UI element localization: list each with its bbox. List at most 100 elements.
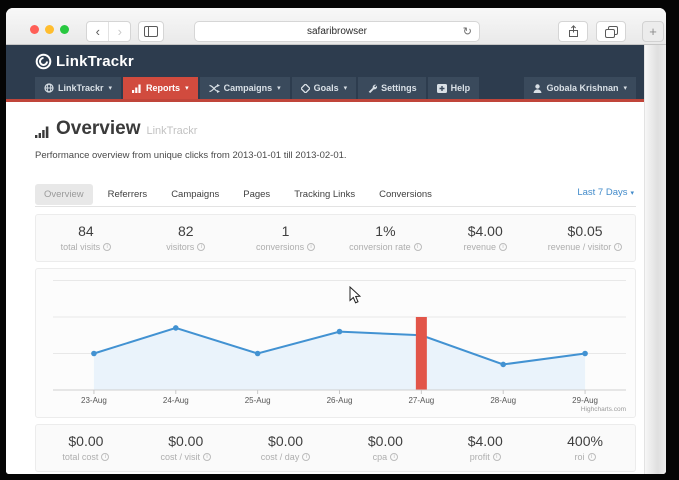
visits-chart-panel[interactable]: 23-Aug24-Aug25-Aug26-Aug27-Aug28-Aug29-A… bbox=[35, 268, 636, 418]
info-icon[interactable] bbox=[197, 243, 205, 251]
stat-cost-visit: $0.00 cost / visit bbox=[136, 425, 236, 471]
user-icon bbox=[533, 84, 542, 93]
stat-label: cpa bbox=[373, 452, 388, 462]
stat-label: cost / visit bbox=[160, 452, 200, 462]
stat-conversion-rate: 1% conversion rate bbox=[335, 215, 435, 261]
stat-value: $4.00 bbox=[435, 223, 535, 239]
diamond-icon bbox=[301, 84, 310, 93]
share-button[interactable] bbox=[558, 21, 588, 42]
nav-item-linktrackr[interactable]: LinkTrackr ▾ bbox=[35, 77, 121, 99]
browser-titlebar: ‹ › safaribrowser ↻ bbox=[6, 8, 666, 45]
stat-label: total cost bbox=[62, 452, 98, 462]
minimize-window-button[interactable] bbox=[45, 25, 54, 34]
info-icon[interactable] bbox=[414, 243, 422, 251]
new-tab-button[interactable]: + bbox=[642, 21, 664, 42]
date-range-selector[interactable]: Last 7 Days ▾ bbox=[577, 187, 634, 198]
nav-item-goals[interactable]: Goals ▾ bbox=[292, 77, 357, 99]
stat-revenue-visitor: $0.05 revenue / visitor bbox=[535, 215, 635, 261]
info-icon[interactable] bbox=[614, 243, 622, 251]
report-tabs: Overview Referrers Campaigns Pages Track… bbox=[35, 182, 636, 207]
stat-label: revenue / visitor bbox=[548, 242, 612, 252]
svg-text:26-Aug: 26-Aug bbox=[327, 396, 353, 405]
tab-overview-button[interactable] bbox=[596, 21, 626, 42]
info-icon[interactable] bbox=[101, 453, 109, 461]
stat-value: 1 bbox=[236, 223, 336, 239]
stat-value: $4.00 bbox=[435, 433, 535, 449]
stat-value: $0.00 bbox=[36, 433, 136, 449]
nav-item-help[interactable]: Help bbox=[428, 77, 480, 99]
tab-conversions[interactable]: Conversions bbox=[370, 184, 441, 205]
stat-total-cost: $0.00 total cost bbox=[36, 425, 136, 471]
stat-label: conversions bbox=[256, 242, 304, 252]
stat-value: 1% bbox=[335, 223, 435, 239]
nav-item-label: Campaigns bbox=[224, 83, 273, 93]
info-icon[interactable] bbox=[302, 453, 310, 461]
stat-value: $0.00 bbox=[236, 433, 336, 449]
page-title-brand: LinkTrackr bbox=[147, 125, 198, 137]
scrollbar-track[interactable] bbox=[644, 45, 666, 474]
logo-text: LinkTrackr bbox=[56, 53, 134, 70]
bar-chart-icon bbox=[132, 84, 142, 93]
sidebar-toggle-button[interactable] bbox=[138, 21, 164, 42]
globe-icon bbox=[44, 83, 54, 93]
info-icon[interactable] bbox=[493, 453, 501, 461]
stat-profit: $4.00 profit bbox=[435, 425, 535, 471]
user-name: Gobala Krishnan bbox=[546, 83, 618, 93]
svg-text:24-Aug: 24-Aug bbox=[163, 396, 189, 405]
nav-item-campaigns[interactable]: Campaigns ▾ bbox=[200, 77, 290, 99]
stats-panel-top: 84 total visits 82 visitors 1 conversion… bbox=[35, 214, 636, 262]
info-icon[interactable] bbox=[390, 453, 398, 461]
tab-tracking-links[interactable]: Tracking Links bbox=[285, 184, 364, 205]
page-title: Overview bbox=[56, 118, 141, 140]
back-button[interactable]: ‹ bbox=[87, 22, 108, 41]
info-icon[interactable] bbox=[499, 243, 507, 251]
user-menu[interactable]: Gobala Krishnan ▾ bbox=[524, 77, 636, 99]
stat-total-visits: 84 total visits bbox=[36, 215, 136, 261]
browser-window: ‹ › safaribrowser ↻ bbox=[6, 8, 666, 474]
close-window-button[interactable] bbox=[30, 25, 39, 34]
stat-value: $0.00 bbox=[136, 433, 236, 449]
tab-referrers[interactable]: Referrers bbox=[99, 184, 157, 205]
chevron-down-icon: ▾ bbox=[344, 84, 348, 92]
reload-icon[interactable]: ↻ bbox=[463, 25, 472, 38]
forward-button[interactable]: › bbox=[108, 22, 130, 41]
stat-revenue: $4.00 revenue bbox=[435, 215, 535, 261]
page-subtitle: Performance overview from unique clicks … bbox=[35, 150, 347, 161]
linktrackr-logo-icon bbox=[35, 53, 52, 70]
tab-campaigns[interactable]: Campaigns bbox=[162, 184, 228, 205]
date-range-label: Last 7 Days bbox=[577, 187, 627, 198]
stat-cost-day: $0.00 cost / day bbox=[236, 425, 336, 471]
nav-item-settings[interactable]: Settings bbox=[358, 77, 426, 99]
stats-panel-bottom: $0.00 total cost $0.00 cost / visit $0.0… bbox=[35, 424, 636, 472]
stat-label: revenue bbox=[463, 242, 496, 252]
nav-item-label: Reports bbox=[146, 83, 180, 93]
app-header: LinkTrackr bbox=[6, 45, 644, 77]
info-icon[interactable] bbox=[203, 453, 211, 461]
nav-item-label: Goals bbox=[314, 83, 339, 93]
address-bar[interactable]: safaribrowser ↻ bbox=[194, 21, 480, 42]
stat-label: total visits bbox=[61, 242, 101, 252]
svg-text:27-Aug: 27-Aug bbox=[408, 396, 434, 405]
stat-value: 400% bbox=[535, 433, 635, 449]
info-icon[interactable] bbox=[103, 243, 111, 251]
address-text: safaribrowser bbox=[307, 26, 367, 37]
wrench-icon bbox=[367, 83, 377, 93]
visits-area-chart: 23-Aug24-Aug25-Aug26-Aug27-Aug28-Aug29-A… bbox=[36, 269, 635, 417]
linktrackr-logo[interactable]: LinkTrackr bbox=[35, 53, 134, 70]
stat-label: roi bbox=[575, 452, 585, 462]
nav-item-label: Settings bbox=[381, 83, 417, 93]
tab-pages[interactable]: Pages bbox=[234, 184, 279, 205]
chevron-down-icon: ▾ bbox=[630, 189, 634, 197]
stat-value: 84 bbox=[36, 223, 136, 239]
history-nav-group: ‹ › bbox=[86, 21, 131, 42]
info-icon[interactable] bbox=[307, 243, 315, 251]
svg-text:25-Aug: 25-Aug bbox=[245, 396, 271, 405]
stat-cpa: $0.00 cpa bbox=[335, 425, 435, 471]
info-icon[interactable] bbox=[588, 453, 596, 461]
stat-roi: 400% roi bbox=[535, 425, 635, 471]
nav-item-reports[interactable]: Reports ▾ bbox=[123, 77, 198, 99]
stat-label: visitors bbox=[166, 242, 194, 252]
stat-label: conversion rate bbox=[349, 242, 411, 252]
zoom-window-button[interactable] bbox=[60, 25, 69, 34]
tab-overview[interactable]: Overview bbox=[35, 184, 93, 205]
